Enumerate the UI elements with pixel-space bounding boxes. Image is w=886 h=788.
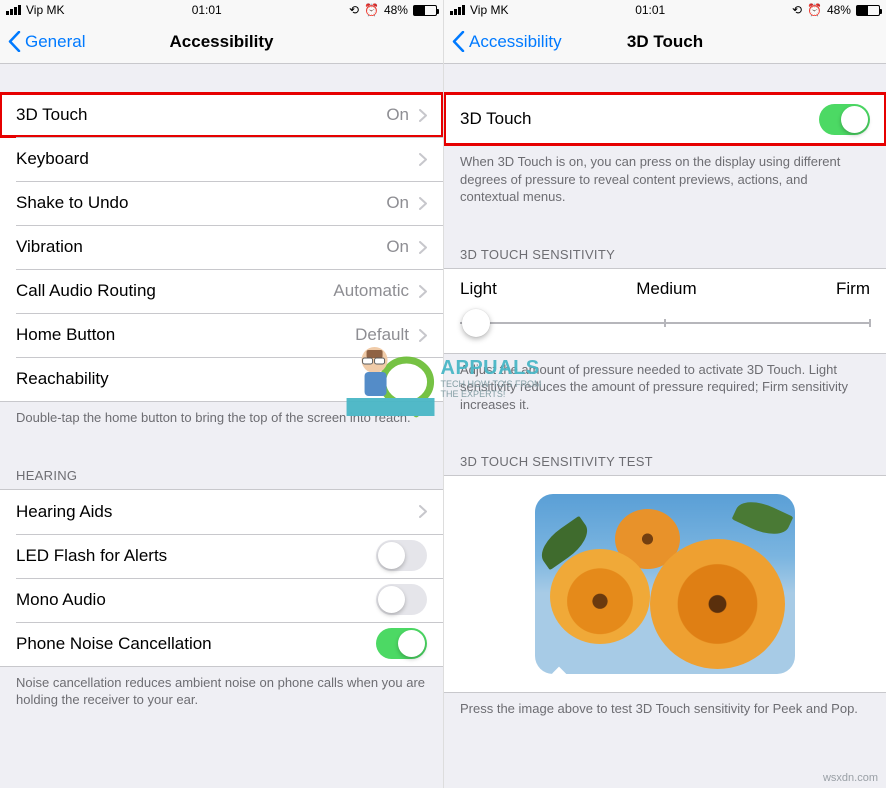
chevron-right-icon: [419, 505, 427, 518]
status-bar: Vip MK 01:01 ⟲ ⏰ 48%: [0, 0, 443, 20]
slider-label-firm: Firm: [836, 279, 870, 299]
row-label: Vibration: [16, 237, 386, 257]
row-value: On: [386, 237, 409, 257]
group-header-sensitivity: 3D TOUCH SENSITIVITY: [444, 241, 886, 268]
test-image[interactable]: [535, 494, 795, 674]
back-button[interactable]: Accessibility: [452, 31, 562, 52]
signal-icon: [450, 5, 465, 15]
battery-icon: [856, 5, 880, 16]
group-footer: Double-tap the home button to bring the …: [0, 402, 443, 427]
screen-accessibility: Vip MK 01:01 ⟲ ⏰ 48% General Accessibili…: [0, 0, 443, 788]
group-header-hearing: HEARING: [0, 462, 443, 489]
battery-percent: 48%: [384, 3, 408, 17]
chevron-right-icon: [419, 285, 427, 298]
row-label: 3D Touch: [460, 109, 819, 129]
carrier-label: Vip MK: [470, 3, 508, 17]
alarm-icon: ⏰: [364, 3, 379, 17]
toggle-mono-audio[interactable]: [376, 584, 427, 615]
battery-icon: [413, 5, 437, 16]
row-reachability[interactable]: Reachability: [0, 357, 443, 401]
group-footer: Adjust the amount of pressure needed to …: [444, 354, 886, 414]
toggle-led-flash[interactable]: [376, 540, 427, 571]
content-scroll[interactable]: 3D Touch When 3D Touch is on, you can pr…: [444, 64, 886, 788]
row-value: Default: [355, 325, 409, 345]
row-label: Mono Audio: [16, 590, 376, 610]
row-label: Call Audio Routing: [16, 281, 333, 301]
row-3d-touch-toggle[interactable]: 3D Touch: [444, 93, 886, 145]
nav-bar: General Accessibility: [0, 20, 443, 64]
content-scroll[interactable]: 3D Touch On Keyboard Shake to Undo On Vi…: [0, 64, 443, 788]
row-noise-cancellation[interactable]: Phone Noise Cancellation: [0, 622, 443, 666]
row-label: Hearing Aids: [16, 502, 419, 522]
row-hearing-aids[interactable]: Hearing Aids: [0, 490, 443, 534]
row-label: Phone Noise Cancellation: [16, 634, 376, 654]
clock: 01:01: [192, 3, 222, 17]
alarm-icon: ⏰: [807, 3, 822, 17]
chevron-left-icon: [452, 31, 465, 52]
row-3d-touch[interactable]: 3D Touch On: [0, 93, 443, 137]
toggle-noise-cancellation[interactable]: [376, 628, 427, 659]
row-led-flash[interactable]: LED Flash for Alerts: [0, 534, 443, 578]
chevron-left-icon: [8, 31, 21, 52]
back-label: General: [25, 32, 85, 52]
clock: 01:01: [635, 3, 665, 17]
chevron-right-icon: [419, 197, 427, 210]
slider-label-light: Light: [460, 279, 497, 299]
slider-label-medium: Medium: [636, 279, 696, 299]
status-bar: Vip MK 01:01 ⟲ ⏰ 48%: [444, 0, 886, 20]
row-label: Shake to Undo: [16, 193, 386, 213]
row-label: Keyboard: [16, 149, 419, 169]
row-vibration[interactable]: Vibration On: [0, 225, 443, 269]
signal-icon: [6, 5, 21, 15]
battery-percent: 48%: [827, 3, 851, 17]
toggle-3d-touch[interactable]: [819, 104, 870, 135]
group-footer: Press the image above to test 3D Touch s…: [444, 693, 886, 718]
row-value: On: [386, 193, 409, 213]
back-button[interactable]: General: [8, 31, 85, 52]
group-footer: Noise cancellation reduces ambient noise…: [0, 667, 443, 709]
screen-3d-touch: Vip MK 01:01 ⟲ ⏰ 48% Accessibility 3D To…: [443, 0, 886, 788]
row-mono-audio[interactable]: Mono Audio: [0, 578, 443, 622]
group-header-test: 3D TOUCH SENSITIVITY TEST: [444, 448, 886, 475]
chevron-right-icon: [419, 329, 427, 342]
slider-sensitivity[interactable]: Light Medium Firm: [444, 268, 886, 354]
rotation-lock-icon: ⟲: [792, 3, 802, 17]
chevron-right-icon: [419, 153, 427, 166]
row-label: 3D Touch: [16, 105, 386, 125]
corner-watermark: wsxdn.com: [823, 772, 878, 784]
chevron-right-icon: [419, 109, 427, 122]
nav-bar: Accessibility 3D Touch: [444, 20, 886, 64]
row-value: Automatic: [333, 281, 409, 301]
row-shake-to-undo[interactable]: Shake to Undo On: [0, 181, 443, 225]
row-home-button[interactable]: Home Button Default: [0, 313, 443, 357]
chevron-right-icon: [419, 241, 427, 254]
rotation-lock-icon: ⟲: [349, 3, 359, 17]
row-label: Reachability: [16, 369, 427, 389]
row-label: Home Button: [16, 325, 355, 345]
back-label: Accessibility: [469, 32, 562, 52]
slider-thumb[interactable]: [462, 309, 490, 337]
row-call-audio-routing[interactable]: Call Audio Routing Automatic: [0, 269, 443, 313]
row-keyboard[interactable]: Keyboard: [0, 137, 443, 181]
group-footer: When 3D Touch is on, you can press on th…: [444, 146, 886, 206]
row-label: LED Flash for Alerts: [16, 546, 376, 566]
carrier-label: Vip MK: [26, 3, 64, 17]
row-value: On: [386, 105, 409, 125]
